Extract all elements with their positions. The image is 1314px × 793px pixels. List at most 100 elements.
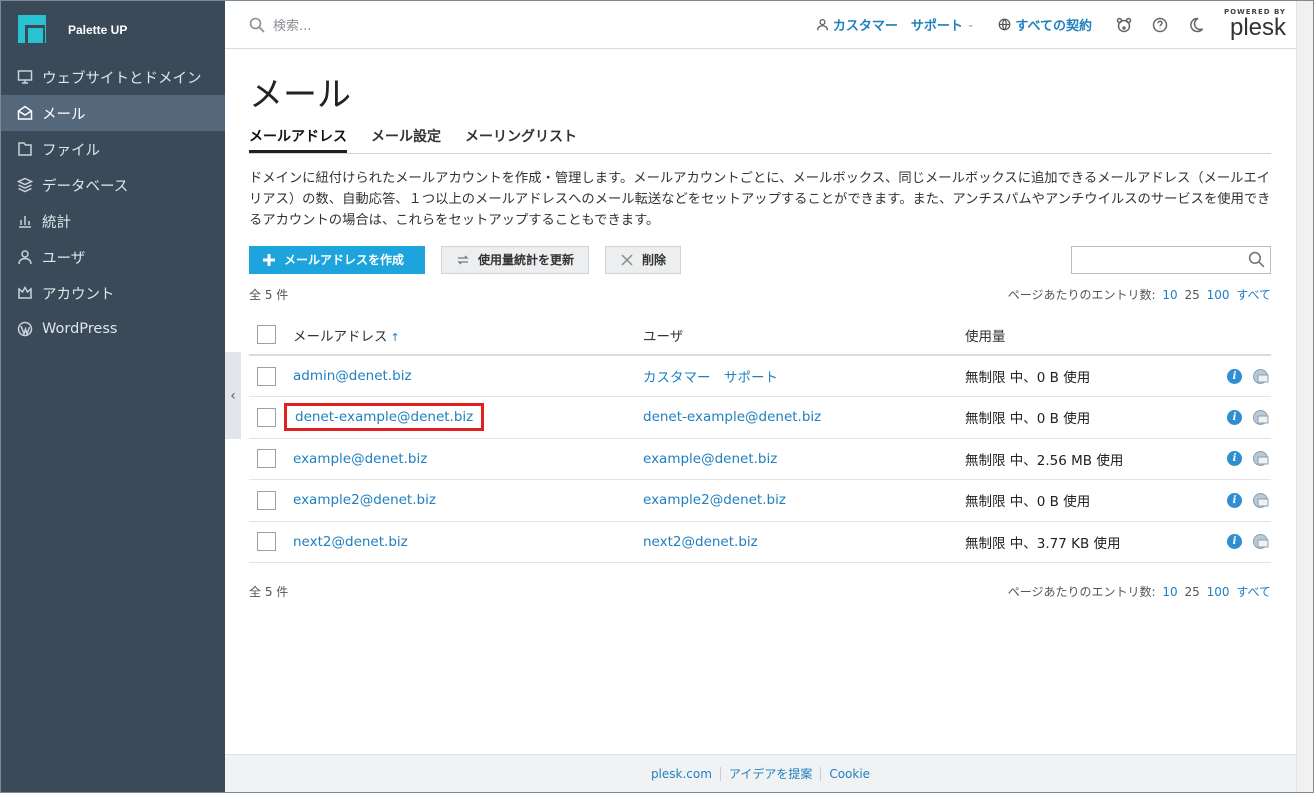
column-usage[interactable]: 使用量: [965, 315, 1211, 356]
chevron-left-icon: ‹: [230, 387, 236, 404]
sidebar-item-label: ウェブサイトとドメイン: [42, 70, 202, 87]
database-icon: [16, 176, 34, 194]
table-row: denet-example@denet.biz denet-example@de…: [249, 396, 1271, 439]
row-checkbox[interactable]: [257, 449, 276, 469]
column-email-label: メールアドレス: [293, 328, 388, 345]
crown-icon: [16, 284, 34, 302]
refresh-usage-button[interactable]: 使用量統計を更新: [441, 245, 590, 274]
usage-value: 無制限 中、0 B 使用: [965, 355, 1211, 397]
footer-link-cookie[interactable]: Cookie: [821, 767, 878, 781]
user-link[interactable]: example2@denet.biz: [643, 492, 786, 508]
sidebar-collapse-button[interactable]: ‹: [225, 352, 241, 439]
user-menu-label: カスタマー サポート: [832, 19, 963, 34]
info-icon[interactable]: i: [1227, 451, 1242, 467]
subscriptions-link[interactable]: すべての契約: [998, 15, 1092, 34]
sidebar-item-wordpress[interactable]: WordPress: [1, 311, 225, 347]
webmail-icon[interactable]: [1252, 450, 1269, 467]
column-user[interactable]: ユーザ: [643, 315, 965, 356]
email-link[interactable]: next2@denet.biz: [293, 534, 408, 550]
sort-asc-icon: ↑: [390, 330, 400, 344]
per-page-selector: ページあたりのエントリ数: 10 25 100 すべて: [1008, 583, 1271, 601]
column-email[interactable]: メールアドレス ↑: [293, 315, 643, 356]
moon-icon[interactable]: [1188, 17, 1204, 33]
sidebar-item-label: ユーザ: [42, 250, 86, 267]
user-link[interactable]: example@denet.biz: [643, 451, 777, 467]
tab-mailing-lists[interactable]: メーリングリスト: [465, 126, 577, 153]
webmail-icon[interactable]: [1252, 409, 1269, 426]
usage-value: 無制限 中、0 B 使用: [965, 479, 1211, 522]
brand[interactable]: Palette UP: [1, 1, 225, 59]
sidebar-item-websites[interactable]: ウェブサイトとドメイン: [1, 59, 225, 95]
footer-link-plesk[interactable]: plesk.com: [643, 767, 720, 781]
webmail-icon[interactable]: [1252, 368, 1269, 385]
brand-logo-icon: [18, 15, 46, 45]
list-search-input[interactable]: [1071, 245, 1271, 274]
per-page-10[interactable]: 10: [1162, 288, 1177, 302]
table-row: example@denet.biz example@denet.biz 無制限 …: [249, 438, 1271, 480]
sidebar-item-label: WordPress: [42, 321, 118, 337]
per-page-label: ページあたりのエントリ数:: [1007, 585, 1156, 599]
delete-label: 削除: [642, 253, 667, 267]
email-link[interactable]: denet-example@denet.biz: [295, 409, 473, 425]
bear-icon[interactable]: [1116, 17, 1132, 33]
sidebar-item-users[interactable]: ユーザ: [1, 239, 225, 275]
info-icon[interactable]: i: [1227, 368, 1242, 384]
sidebar-item-files[interactable]: ファイル: [1, 131, 225, 167]
per-page-selector: ページあたりのエントリ数: 10 25 100 すべて: [1008, 286, 1271, 304]
user-menu[interactable]: カスタマー サポート ⌄: [816, 15, 974, 34]
per-page-25[interactable]: 25: [1184, 585, 1199, 599]
email-link[interactable]: admin@denet.biz: [293, 368, 412, 384]
per-page-10[interactable]: 10: [1162, 585, 1177, 599]
per-page-25[interactable]: 25: [1184, 288, 1199, 302]
help-icon[interactable]: [1152, 17, 1168, 33]
row-checkbox[interactable]: [257, 407, 276, 427]
subscriptions-label: すべての契約: [1015, 19, 1092, 34]
table-row: admin@denet.biz カスタマー サポート 無制限 中、0 B 使用 …: [249, 355, 1271, 397]
webmail-icon[interactable]: [1252, 533, 1269, 550]
footer-link-ideas[interactable]: アイデアを提案: [721, 765, 820, 782]
tab-mail-settings[interactable]: メール設定: [371, 126, 441, 153]
table-header: メールアドレス ↑ ユーザ 使用量: [249, 315, 1271, 356]
toolbar: メールアドレスを作成 使用量統計を更新 削除: [249, 245, 1271, 274]
user-icon: [816, 19, 828, 31]
create-email-button[interactable]: メールアドレスを作成: [249, 245, 426, 274]
per-page-all[interactable]: すべて: [1236, 288, 1271, 302]
email-link[interactable]: example2@denet.biz: [293, 492, 436, 508]
per-page-100[interactable]: 100: [1207, 288, 1230, 302]
user-link[interactable]: denet-example@denet.biz: [643, 409, 821, 425]
create-email-label: メールアドレスを作成: [284, 253, 405, 267]
sidebar-item-statistics[interactable]: 統計: [1, 203, 225, 239]
sidebar-item-mail[interactable]: メール: [1, 95, 225, 131]
info-icon[interactable]: i: [1227, 534, 1242, 550]
main-content: メール メールアドレス メール設定 メーリングリスト ドメインに紐付けられたメー…: [249, 49, 1271, 601]
sidebar-item-account[interactable]: アカウント: [1, 275, 225, 311]
info-icon[interactable]: i: [1227, 492, 1242, 508]
row-checkbox[interactable]: [257, 366, 276, 386]
list-meta-top: 全 5 件 ページあたりのエントリ数: 10 25 100 すべて: [249, 286, 1271, 304]
search-icon[interactable]: [1248, 251, 1265, 268]
topbar: 検索... カスタマー サポート ⌄ すべての契約 POWERED BY ple…: [225, 1, 1296, 49]
sidebar-item-label: メール: [42, 106, 86, 123]
row-checkbox[interactable]: [257, 490, 276, 510]
global-search[interactable]: 検索...: [249, 15, 311, 34]
select-all-checkbox[interactable]: [257, 325, 276, 344]
sidebar-item-label: アカウント: [42, 286, 115, 303]
per-page-all[interactable]: すべて: [1236, 585, 1271, 599]
refresh-usage-label: 使用量統計を更新: [478, 253, 575, 267]
topbar-actions: カスタマー サポート ⌄ すべての契約 POWERED BY plesk: [816, 9, 1286, 40]
global-search-placeholder[interactable]: 検索...: [273, 15, 311, 34]
row-checkbox[interactable]: [257, 532, 276, 552]
page-scrollbar[interactable]: [1296, 1, 1313, 792]
per-page-100[interactable]: 100: [1207, 585, 1230, 599]
plesk-wordmark: plesk: [1229, 14, 1286, 41]
footer: plesk.com アイデアを提案 Cookie: [225, 754, 1296, 792]
sidebar-item-databases[interactable]: データベース: [1, 167, 225, 203]
info-icon[interactable]: i: [1227, 409, 1242, 425]
webmail-icon[interactable]: [1252, 492, 1269, 509]
user-link[interactable]: next2@denet.biz: [643, 534, 758, 550]
delete-button[interactable]: 削除: [605, 245, 682, 274]
user-link[interactable]: カスタマー サポート: [643, 370, 778, 386]
total-count: 全 5 件: [249, 585, 289, 599]
email-link[interactable]: example@denet.biz: [293, 451, 427, 467]
tab-email-addresses[interactable]: メールアドレス: [249, 126, 347, 153]
